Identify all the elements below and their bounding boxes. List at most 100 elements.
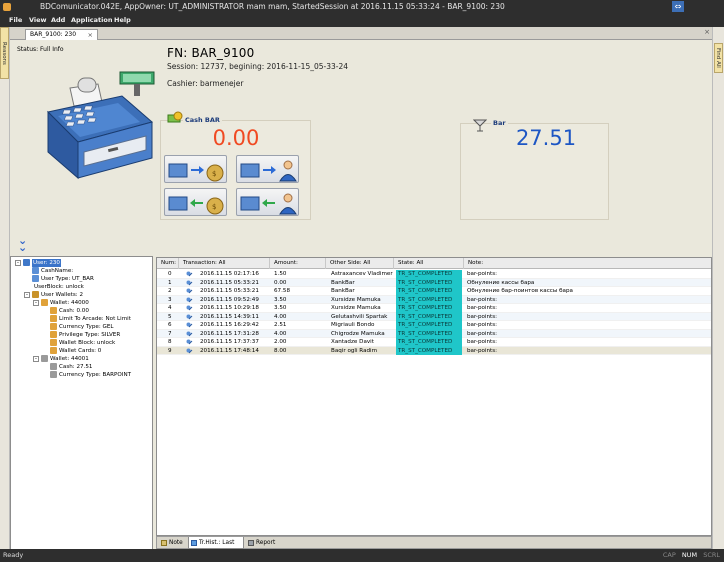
transfer-icon — [186, 348, 193, 355]
title-bar: BDComunicator.042E, AppOwner: UT_ADMINIS… — [0, 0, 724, 14]
cell-amount: 1.50 — [274, 271, 287, 277]
menu-application[interactable]: Application — [71, 14, 112, 27]
col-num[interactable]: Num: — [157, 258, 179, 269]
note-icon — [161, 540, 167, 546]
app-icon — [3, 3, 11, 11]
table-row[interactable]: 5 2016.11.15 14:39:11 4.00 Gelutashvili Spa… — [157, 312, 711, 321]
status-bar: Ready CAP NUM SCRL — [0, 549, 724, 562]
table-row[interactable]: 1 2016.11.15 05:33:21 0.00 BankBar TR_ST_COM… — [157, 278, 711, 287]
cell-other-side: BankBar — [331, 288, 355, 294]
table-row[interactable]: 4 2016.11.15 10:29:18 3.50 Xursidze Mamuka T… — [157, 304, 711, 313]
cell-note: bar-points: — [467, 296, 498, 303]
tab-close-icon[interactable]: × — [88, 30, 93, 40]
tree-expander-icon[interactable]: - — [15, 260, 21, 266]
cell-other-side: Baqir ogli Radim — [331, 347, 378, 354]
cell-amount: 0.00 — [274, 279, 287, 286]
tab-note[interactable]: Note — [159, 537, 187, 549]
svg-text:$: $ — [212, 203, 216, 211]
tab-tr-hist[interactable]: Tr.Hist.: Last 10 — [188, 537, 244, 558]
tree-node-label: Currency Type: GEL — [59, 324, 114, 330]
fn-title: FN: BAR_9100 — [167, 46, 255, 60]
tab-label: BAR_9100: 230 — [30, 31, 77, 38]
user-icon — [32, 267, 39, 274]
cell-transaction: 2016.11.15 05:33:21 — [200, 279, 259, 286]
user-tree[interactable]: - User: 230 CashName: User Type: UT_BAR User… — [10, 256, 153, 550]
close-document-icon[interactable]: × — [704, 28, 710, 36]
cell-note: bar-points: — [467, 271, 498, 277]
bar-panel: Bar 27.51 — [460, 119, 609, 220]
find-all-side-tab-label: Find All — [715, 48, 721, 68]
col-transaction[interactable]: Transaction: All — [179, 258, 270, 269]
session-info: Session: 12737, begining: 2016-11-15_05-… — [167, 62, 349, 71]
cash-bar-label: Cash BAR — [183, 116, 222, 124]
cell-amount: 67.58 — [274, 288, 291, 294]
tree-node-label: CashName: — [41, 268, 74, 274]
register-to-moneybag-icon: $ — [168, 163, 224, 182]
cell-transaction: 2016.11.15 17:37:37 — [200, 339, 259, 345]
transfer-icon — [186, 322, 193, 329]
find-all-side-tab[interactable]: Find All — [714, 43, 723, 73]
cell-state: TR_ST_COMPLETED — [396, 346, 462, 355]
table-row[interactable]: 9 2016.11.15 17:48:14 8.00 Baqir ogli Radim… — [157, 346, 711, 355]
moneybag-to-register-icon: $ — [168, 196, 224, 215]
transfer-icon — [186, 297, 193, 304]
tree-expander-icon[interactable]: - — [33, 300, 39, 306]
cell-other-side: Xursidze Mamuka — [331, 296, 381, 303]
cell-state: TR_ST_COMPLETED — [396, 338, 462, 347]
coins-icon — [50, 331, 57, 338]
tab-report-label: Report — [256, 540, 276, 546]
cocktail-icon — [50, 371, 57, 378]
table-row[interactable]: 3 2016.11.15 09:52:49 3.50 Xursidze Mamuka T… — [157, 295, 711, 304]
coins-icon — [41, 299, 48, 306]
cell-num: 6 — [168, 322, 172, 328]
cell-transaction: 2016.11.15 05:33:21 — [200, 288, 259, 294]
tree-expander-icon[interactable]: - — [33, 356, 39, 362]
cash-to-bag-button[interactable]: $ — [164, 155, 227, 183]
col-state[interactable]: State: All — [394, 258, 464, 269]
collapse-chevron-icon[interactable]: ⌄ ⌄ — [18, 235, 27, 253]
menu-view[interactable]: View — [29, 14, 47, 27]
cell-transaction: 2016.11.15 14:39:11 — [200, 313, 259, 320]
tree-expander-icon[interactable]: - — [24, 292, 30, 298]
cell-note: Обнуление бар-поинтов кассы бара — [467, 288, 573, 294]
transfer-icon — [186, 280, 193, 287]
menu-help[interactable]: Help — [114, 14, 131, 27]
cash-bar-panel: Cash BAR 0.00 $ $ — [160, 111, 311, 220]
table-row[interactable]: 2 2016.11.15 05:33:21 67.58 BankBar TR_ST_CO… — [157, 287, 711, 296]
restore-window-button[interactable]: ⇔ — [672, 1, 684, 12]
cash-to-user-button[interactable] — [236, 155, 299, 183]
cocktail-icon — [50, 363, 57, 370]
col-other-side[interactable]: Other Side: All — [326, 258, 394, 269]
menu-file[interactable]: File — [9, 14, 22, 27]
user-to-cash-button[interactable] — [236, 188, 299, 216]
status-info: Status: Full Info — [17, 46, 64, 53]
table-row[interactable]: 7 2016.11.15 17:31:28 4.00 Chigrodze Mamuka… — [157, 329, 711, 338]
menu-bar: File View Add Application Help — [0, 14, 724, 27]
tree-node-label: Currency Type: BARPOINT — [59, 372, 132, 378]
tab-bar-9100[interactable]: BAR_9100: 230 × — [25, 29, 98, 40]
cell-transaction: 2016.11.15 16:29:42 — [200, 322, 259, 328]
table-row[interactable]: 6 2016.11.15 16:29:42 2.51 Migriauli Bondo T… — [157, 321, 711, 330]
cell-state: TR_ST_COMPLETED — [396, 287, 462, 296]
cell-amount: 2.51 — [274, 322, 287, 328]
tree-node-label: Privilege Type: SILVER — [59, 332, 121, 338]
menu-add[interactable]: Add — [51, 14, 65, 27]
transaction-grid: Num: Transaction: All Amount: Other Side… — [156, 257, 712, 536]
bag-to-cash-button[interactable]: $ — [164, 188, 227, 216]
col-amount[interactable]: Amount: — [270, 258, 326, 269]
cell-state: TR_ST_COMPLETED — [396, 312, 462, 321]
right-dock: Find All — [712, 27, 724, 549]
cash-bar-value: 0.00 — [212, 126, 260, 150]
tab-report[interactable]: Report — [246, 537, 280, 549]
reasons-side-tab[interactable]: Reasons — [0, 27, 9, 79]
col-note[interactable]: Note: — [464, 258, 711, 269]
tree-node-label: Wallet Cards: 0 — [59, 348, 102, 354]
tree-node-label: Limit To Arcade: Not Limit — [59, 316, 131, 322]
table-row[interactable]: 0 2016.11.15 02:17:16 1.50 Astraxancev Vlad… — [157, 270, 711, 279]
cell-amount: 4.00 — [274, 330, 287, 337]
cell-note: bar-points: — [467, 330, 498, 337]
cocktail-icon — [41, 355, 48, 362]
cell-num: 1 — [168, 279, 172, 286]
table-row[interactable]: 8 2016.11.15 17:37:37 2.00 Xantadze Davit TR… — [157, 338, 711, 347]
coins-icon — [50, 347, 57, 354]
